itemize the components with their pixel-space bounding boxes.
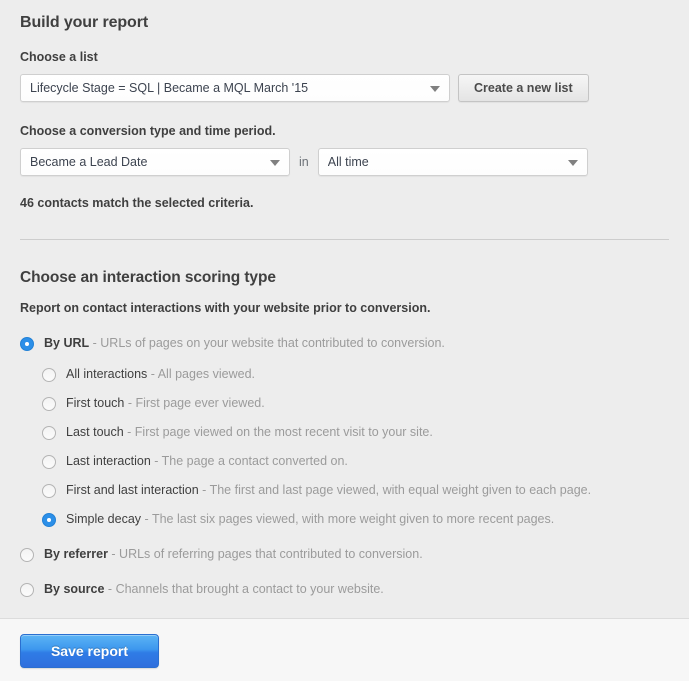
scoring-option-name: By URL — [44, 336, 89, 350]
radio-checked-icon[interactable] — [42, 513, 56, 527]
list-selection-row: Lifecycle Stage = SQL | Became a MQL Mar… — [20, 74, 669, 102]
scoring-option-by-referrer[interactable]: By referrer - URLs of referring pages th… — [20, 547, 669, 562]
chevron-down-icon — [430, 86, 440, 92]
scoring-option-description: First page ever viewed. — [135, 396, 264, 410]
scoring-option-description: The page a contact converted on. — [162, 454, 348, 468]
scoring-option-description: URLs of pages on your website that contr… — [100, 336, 445, 350]
list-select[interactable]: Lifecycle Stage = SQL | Became a MQL Mar… — [20, 74, 450, 102]
scoring-option-separator: - — [147, 367, 157, 381]
scoring-option-separator: - — [89, 336, 100, 350]
scoring-option-all-interactions[interactable]: All interactions - All pages viewed. — [20, 367, 669, 382]
scoring-option-separator: - — [124, 425, 135, 439]
chevron-down-icon — [568, 160, 578, 166]
scoring-section-description: Report on contact interactions with your… — [20, 300, 669, 316]
create-new-list-button[interactable]: Create a new list — [458, 74, 589, 102]
conversion-type-label: Choose a conversion type and time period… — [20, 123, 669, 139]
contacts-match-text: 46 contacts match the selected criteria. — [20, 195, 669, 211]
scoring-option-name: Last touch — [66, 425, 124, 439]
scoring-option-text: By URL - URLs of pages on your website t… — [44, 336, 445, 351]
scoring-option-last-touch[interactable]: Last touch - First page viewed on the mo… — [20, 425, 669, 440]
scoring-option-name: First touch — [66, 396, 124, 410]
scoring-option-description: The last six pages viewed, with more wei… — [152, 512, 554, 526]
scoring-section-title: Choose an interaction scoring type — [20, 240, 669, 288]
time-period-select[interactable]: All time — [318, 148, 588, 176]
scoring-option-separator: - — [104, 582, 115, 596]
radio-unchecked-icon[interactable] — [42, 426, 56, 440]
scoring-option-text: By source - Channels that brought a cont… — [44, 582, 384, 597]
scoring-option-name: All interactions — [66, 367, 147, 381]
list-select-value: Lifecycle Stage = SQL | Became a MQL Mar… — [30, 81, 308, 95]
choose-list-label: Choose a list — [20, 49, 669, 65]
scoring-option-text: First and last interaction - The first a… — [66, 483, 591, 498]
scoring-option-text: Simple decay - The last six pages viewed… — [66, 512, 554, 527]
scoring-option-name: First and last interaction — [66, 483, 199, 497]
scoring-option-separator: - — [141, 512, 152, 526]
scoring-option-separator: - — [124, 396, 135, 410]
scoring-option-first-and-last-interaction[interactable]: First and last interaction - The first a… — [20, 483, 669, 498]
scoring-option-simple-decay[interactable]: Simple decay - The last six pages viewed… — [20, 512, 669, 527]
scoring-option-description: The first and last page viewed, with equ… — [210, 483, 592, 497]
scoring-option-name: Last interaction — [66, 454, 151, 468]
scoring-option-text: First touch - First page ever viewed. — [66, 396, 265, 411]
radio-unchecked-icon[interactable] — [42, 484, 56, 498]
radio-unchecked-icon[interactable] — [42, 397, 56, 411]
scoring-option-description: All pages viewed. — [158, 367, 255, 381]
scoring-option-name: By source — [44, 582, 104, 596]
in-label: in — [299, 148, 309, 176]
conversion-type-select[interactable]: Became a Lead Date — [20, 148, 290, 176]
scoring-option-text: All interactions - All pages viewed. — [66, 367, 255, 382]
scoring-option-description: First page viewed on the most recent vis… — [135, 425, 433, 439]
scoring-option-text: Last interaction - The page a contact co… — [66, 454, 348, 469]
conversion-type-value: Became a Lead Date — [30, 155, 147, 169]
radio-unchecked-icon[interactable] — [42, 455, 56, 469]
save-report-button[interactable]: Save report — [20, 634, 159, 668]
scoring-option-separator: - — [151, 454, 162, 468]
scoring-option-last-interaction[interactable]: Last interaction - The page a contact co… — [20, 454, 669, 469]
chevron-down-icon — [270, 160, 280, 166]
time-period-value: All time — [328, 155, 369, 169]
radio-unchecked-icon[interactable] — [20, 583, 34, 597]
scoring-option-description: Channels that brought a contact to your … — [116, 582, 384, 596]
footer-bar: Save report — [0, 618, 689, 681]
scoring-option-by-url[interactable]: By URL - URLs of pages on your website t… — [20, 336, 669, 351]
scoring-option-first-touch[interactable]: First touch - First page ever viewed. — [20, 396, 669, 411]
scoring-option-text: By referrer - URLs of referring pages th… — [44, 547, 423, 562]
scoring-option-by-source[interactable]: By source - Channels that brought a cont… — [20, 582, 669, 597]
radio-checked-icon[interactable] — [20, 337, 34, 351]
scoring-option-separator: - — [199, 483, 210, 497]
radio-unchecked-icon[interactable] — [42, 368, 56, 382]
scoring-option-text: Last touch - First page viewed on the mo… — [66, 425, 433, 440]
report-builder-page: Build your report Choose a list Lifecycl… — [0, 0, 689, 681]
radio-unchecked-icon[interactable] — [20, 548, 34, 562]
conversion-selection-row: Became a Lead Date in All time — [20, 148, 669, 176]
scoring-option-name: Simple decay — [66, 512, 141, 526]
scoring-options-list: By URL - URLs of pages on your website t… — [20, 336, 669, 597]
page-title: Build your report — [20, 0, 669, 33]
report-builder-body: Build your report Choose a list Lifecycl… — [0, 0, 689, 618]
scoring-option-name: By referrer — [44, 547, 108, 561]
scoring-option-description: URLs of referring pages that contributed… — [119, 547, 423, 561]
scoring-option-separator: - — [108, 547, 119, 561]
